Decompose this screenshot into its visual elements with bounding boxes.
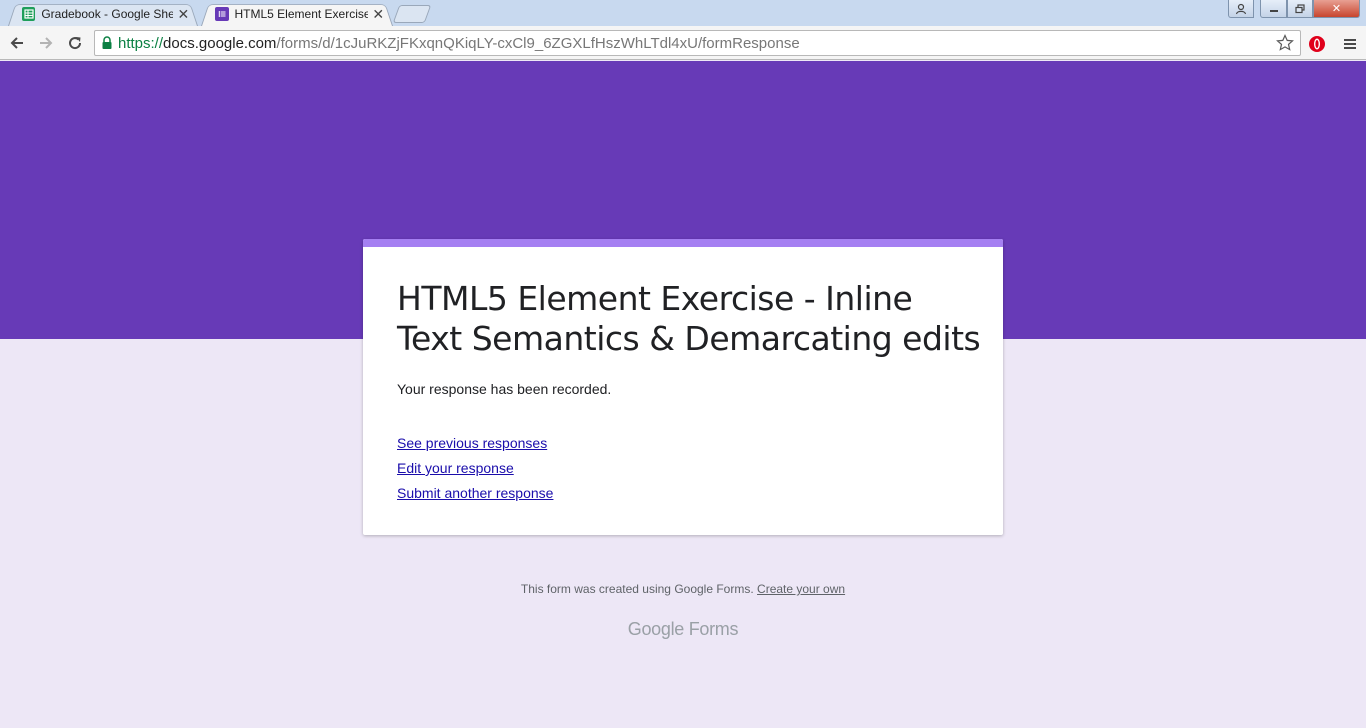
tab-html5-exercise[interactable]: HTML5 Element Exercise - ✕ [201,2,393,26]
window-controls [1228,0,1254,18]
footer-text: This form was created using Google Forms… [520,582,754,596]
new-tab-button[interactable] [392,5,432,23]
submit-another-response-link[interactable]: Submit another response [397,481,553,506]
url-text: https://docs.google.com/forms/d/1cJuRKZj… [118,34,800,52]
form-title: HTML5 Element Exercise - Inline Text Sem… [397,279,981,358]
google-forms-logo[interactable]: Google Forms [0,619,1366,640]
tab-label: HTML5 Element Exercise - [234,7,368,21]
close-icon[interactable]: ✕ [372,7,386,21]
confirmation-message: Your response has been recorded. [397,381,612,397]
back-arrow-icon[interactable] [6,32,28,54]
address-bar[interactable]: https://docs.google.com/forms/d/1cJuRKZj… [94,30,1301,56]
response-card: HTML5 Element Exercise - Inline Text Sem… [363,239,1003,535]
tab-label: Gradebook - Google Shee [41,7,173,21]
menu-icon[interactable] [1340,34,1360,54]
create-your-own-link[interactable]: Create your own [757,582,845,596]
google-sheets-icon [22,7,36,21]
browser-tab-strip: Gradebook - Google Shee ✕ HTML5 Element … [0,0,1366,26]
user-profile-icon[interactable] [1228,0,1254,18]
window-buttons: ✕ [1260,0,1360,18]
bookmark-star-icon[interactable] [1276,34,1294,52]
close-icon[interactable]: ✕ [177,7,190,21]
see-previous-responses-link[interactable]: See previous responses [397,431,553,456]
restore-icon[interactable] [1287,0,1313,18]
edit-response-link[interactable]: Edit your response [397,456,553,481]
lock-icon [99,35,115,51]
window-close-icon[interactable]: ✕ [1313,0,1360,18]
browser-toolbar: https://docs.google.com/forms/d/1cJuRKZj… [0,26,1366,60]
footer-note: This form was created using Google Forms… [0,582,1366,596]
card-accent-bar [363,239,1003,247]
minimize-icon[interactable] [1260,0,1287,18]
tab-gradebook[interactable]: Gradebook - Google Shee ✕ [8,2,198,26]
response-links: See previous responses Edit your respons… [397,431,553,506]
form-page: HTML5 Element Exercise - Inline Text Sem… [0,61,1366,728]
opera-extension-icon[interactable] [1307,34,1327,54]
reload-icon[interactable] [64,32,86,54]
forward-arrow-icon[interactable] [35,32,57,54]
google-forms-icon [215,7,229,21]
